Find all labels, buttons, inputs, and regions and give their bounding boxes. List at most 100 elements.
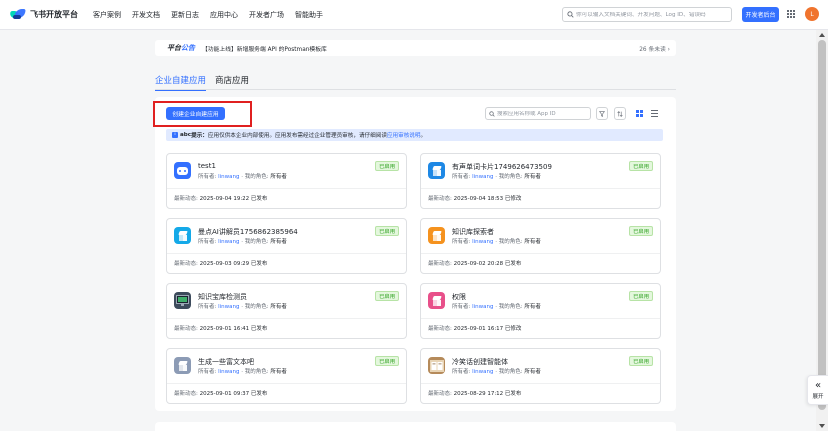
role-value: 所有者 [270,369,287,375]
app-meta: 所有者: linwang · 我的角色: 所有者 [452,237,541,245]
grid-view-icon[interactable] [636,110,643,117]
nav-customer-cases[interactable]: 客户案例 [93,10,121,20]
tabs-divider [155,89,676,90]
app-latest-activity: 最新动态: 2025-09-02 20:28 已发布 [428,259,521,267]
app-search[interactable] [485,107,591,120]
app-name[interactable]: 权限 [452,292,466,302]
owner-name[interactable]: linwang [218,174,239,180]
latest-value: 2025-09-02 20:28 已发布 [453,261,522,267]
latest-value: 2025-09-04 19:22 已发布 [199,196,268,202]
owner-label: 所有者: [452,369,471,375]
tip-brand: abc [180,132,192,138]
announcement-text[interactable]: 【功能上线】新增服务端 API 的Postman模板库 [202,44,327,53]
app-meta: 所有者: linwang · 我的角色: 所有者 [198,237,287,245]
app-meta: 所有者: linwang · 我的角色: 所有者 [452,367,541,375]
page-scrollbar[interactable] [816,30,828,431]
main-nav: 客户案例 开发文档 更新日志 应用中心 开发者广场 智能助手 [93,10,334,20]
card-divider [421,253,660,254]
app-name[interactable]: test1 [198,162,216,170]
nav-developer-square[interactable]: 开发者广场 [249,10,284,20]
app-name[interactable]: 知识宝库检测员 [198,292,247,302]
owner-label: 所有者: [198,369,217,375]
app-search-input[interactable] [497,110,587,117]
expand-label: 展开 [812,393,824,400]
apps-grid-icon[interactable] [787,10,795,18]
owner-name[interactable]: linwang [218,304,239,310]
search-icon [489,110,495,117]
owner-name[interactable]: linwang [472,369,493,375]
scroll-down-arrow-icon[interactable] [819,424,825,428]
latest-value: 2025-09-01 16:41 已发布 [199,326,268,332]
latest-value: 2025-09-01 16:17 已修改 [453,326,522,332]
status-badge: 已启用 [375,161,399,171]
nav-docs[interactable]: 开发文档 [132,10,160,20]
card-divider [167,188,406,189]
app-card[interactable]: 曼点AI讲解员1756862385964 所有者: linwang · 我的角色:… [166,218,407,274]
meta-separator: · [241,304,243,310]
scroll-thumb[interactable] [818,40,826,410]
nav-app-center[interactable]: 应用中心 [210,10,238,20]
monitor-icon [174,292,191,309]
tip-prefix: 提示： [191,133,208,139]
latest-label: 最新动态: [174,196,198,202]
brand-logo[interactable]: 飞书开放平台 [9,9,78,20]
app-card[interactable]: 知识库探索者 所有者: linwang · 我的角色: 所有者 已启用 最新动态: 2… [420,218,661,274]
global-search[interactable] [562,7,732,22]
latest-label: 最新动态: [428,326,452,332]
app-latest-activity: 最新动态: 2025-09-04 19:22 已发布 [174,194,267,202]
role-value: 所有者 [524,174,541,180]
owner-name[interactable]: linwang [472,239,493,245]
owner-name[interactable]: linwang [472,304,493,310]
unread-count-link[interactable]: 26 条未读 › [639,44,670,53]
latest-value: 2025-09-04 18:53 已修改 [453,196,522,202]
filter-icon [599,110,605,117]
global-search-input[interactable] [576,11,726,18]
app-card[interactable]: test1 所有者: linwang · 我的角色: 所有者 已启用 最新动态: 20… [166,153,407,209]
nav-changelog[interactable]: 更新日志 [171,10,199,20]
meta-separator: · [495,239,497,245]
meta-separator: · [495,304,497,310]
meta-separator: · [241,239,243,245]
owner-name[interactable]: linwang [218,239,239,245]
app-card[interactable]: 冷笑话创建智能体 所有者: linwang · 我的角色: 所有者 已启用 最新动态:… [420,348,661,404]
cube-icon [174,227,191,244]
card-divider [421,188,660,189]
app-name[interactable]: 生成一些富文本吧 [198,357,254,367]
expand-panel-button[interactable]: « 展开 [807,375,828,405]
app-card[interactable]: 权限 所有者: linwang · 我的角色: 所有者 已启用 最新动态: 2025-… [420,283,661,339]
app-card[interactable]: 生成一些富文本吧 所有者: linwang · 我的角色: 所有者 已启用 最新动态:… [166,348,407,404]
scroll-up-arrow-icon[interactable] [819,33,825,37]
cube-icon [428,292,445,309]
nav-assistant[interactable]: 智能助手 [295,10,323,20]
app-name[interactable]: 有声单词卡片1749626473509 [452,162,552,172]
status-badge: 已启用 [375,226,399,236]
owner-label: 所有者: [198,174,217,180]
app-name[interactable]: 知识库探索者 [452,227,494,237]
app-latest-activity: 最新动态: 2025-09-04 18:53 已修改 [428,194,521,202]
sort-button[interactable] [614,107,626,120]
filter-button[interactable] [596,107,608,120]
developer-console-button[interactable]: 开发者后台 [742,7,779,22]
app-card[interactable]: 有声单词卡片1749626473509 所有者: linwang · 我的角色: … [420,153,661,209]
create-custom-app-button[interactable]: 创建企业自建应用 [166,107,225,120]
app-meta: 所有者: linwang · 我的角色: 所有者 [452,172,541,180]
review-guide-link[interactable]: 应用审核说明 [387,131,421,139]
role-label: 我的角色: [498,304,523,310]
card-divider [167,253,406,254]
role-value: 所有者 [524,304,541,310]
list-view-icon[interactable] [651,110,658,117]
role-label: 我的角色: [498,239,523,245]
app-latest-activity: 最新动态: 2025-09-01 09:37 已发布 [174,389,267,397]
latest-label: 最新动态: [174,261,198,267]
user-avatar[interactable]: L [805,7,819,21]
owner-label: 所有者: [198,304,217,310]
latest-value: 2025-09-01 09:37 已发布 [199,391,268,397]
app-card[interactable]: 知识宝库检测员 所有者: linwang · 我的角色: 所有者 已启用 最新动态: … [166,283,407,339]
announcement-bar[interactable]: 平台公告 【功能上线】新增服务端 API 的Postman模板库 26 条未读 … [155,40,676,56]
owner-name[interactable]: linwang [218,369,239,375]
owner-label: 所有者: [452,304,471,310]
app-name[interactable]: 曼点AI讲解员1756862385964 [198,227,298,237]
app-name[interactable]: 冷笑话创建智能体 [452,357,508,367]
owner-name[interactable]: linwang [472,174,493,180]
role-label: 我的角色: [498,369,523,375]
